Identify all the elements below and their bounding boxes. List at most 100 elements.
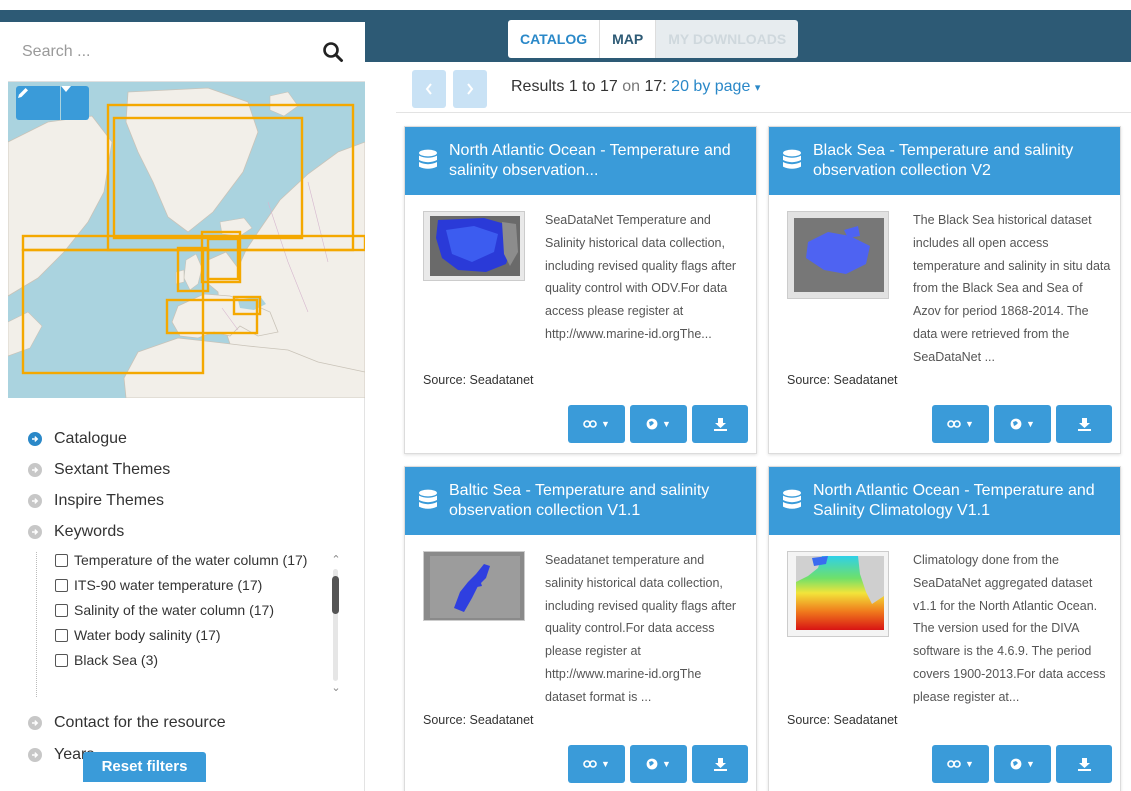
link-icon <box>583 420 597 428</box>
facet-catalogue[interactable]: Catalogue <box>28 430 127 448</box>
globe-icon <box>1010 418 1022 430</box>
tab-map[interactable]: MAP <box>600 20 657 58</box>
card-thumbnail[interactable] <box>423 551 525 621</box>
search-icon <box>323 42 343 62</box>
prev-page-button[interactable] <box>412 70 446 108</box>
search-button[interactable] <box>313 36 353 68</box>
facet-sextant-themes[interactable]: Sextant Themes <box>28 461 170 479</box>
search-input[interactable] <box>22 36 292 68</box>
result-card: Black Sea - Temperature and salinity obs… <box>768 126 1121 454</box>
draw-tool-dropdown[interactable] <box>61 86 89 120</box>
facet-label: Inspire Themes <box>54 492 164 509</box>
card-header[interactable]: Black Sea - Temperature and salinity obs… <box>769 127 1120 195</box>
caret-down-icon: ▼ <box>662 419 671 429</box>
card-title[interactable]: Baltic Sea - Temperature and salinity ob… <box>449 481 756 521</box>
next-page-button[interactable] <box>453 70 487 108</box>
card-header[interactable]: North Atlantic Ocean - Temperature and S… <box>769 467 1120 535</box>
reset-filters-button[interactable]: Reset filters <box>83 752 206 782</box>
keyword-label: Water body salinity (17) <box>74 627 221 643</box>
keyword-item[interactable]: Water body salinity (17) <box>55 627 326 644</box>
tab-my-downloads[interactable]: MY DOWNLOADS <box>656 20 799 58</box>
facet-label: Keywords <box>54 523 125 540</box>
view-tabs: CATALOG MAP MY DOWNLOADS <box>508 20 799 58</box>
keyword-checkbox[interactable] <box>55 654 68 667</box>
arrow-circle-icon <box>28 432 42 446</box>
arrow-circle-icon <box>28 716 42 730</box>
chevron-down-icon[interactable]: ⌄ <box>329 682 343 694</box>
links-button[interactable]: ▼ <box>568 745 625 783</box>
link-icon <box>947 420 961 428</box>
download-button[interactable] <box>1056 745 1112 783</box>
card-abstract: Seadatanet temperature and salinity hist… <box>545 553 737 704</box>
download-button[interactable] <box>692 745 748 783</box>
keyword-item[interactable]: Salinity of the water column (17) <box>55 602 326 619</box>
map-layers-button[interactable]: ▼ <box>994 405 1051 443</box>
caret-down-icon: ▼ <box>601 759 610 769</box>
download-button[interactable] <box>692 405 748 443</box>
card-actions: ▼ ▼ <box>927 745 1112 783</box>
caret-down-icon <box>61 86 71 92</box>
card-source: Source: Seadatanet <box>423 713 534 727</box>
links-button[interactable]: ▼ <box>932 405 989 443</box>
map-layers-button[interactable]: ▼ <box>630 745 687 783</box>
result-card: Baltic Sea - Temperature and salinity ob… <box>404 466 757 791</box>
card-abstract: The Black Sea historical dataset include… <box>913 213 1111 364</box>
caret-down-icon: ▼ <box>601 419 610 429</box>
per-page-dropdown[interactable]: 20 by page ▾ <box>671 78 760 95</box>
map-layers-button[interactable]: ▼ <box>994 745 1051 783</box>
card-actions: ▼ ▼ <box>563 405 748 443</box>
arrow-circle-icon <box>28 494 42 508</box>
facet-contact[interactable]: Contact for the resource <box>28 714 226 732</box>
card-title[interactable]: North Atlantic Ocean - Temperature and s… <box>449 141 756 181</box>
chevron-right-icon <box>467 83 474 95</box>
card-source: Source: Seadatanet <box>423 373 534 387</box>
scroll-thumb[interactable] <box>332 576 339 614</box>
map-view[interactable] <box>8 82 365 398</box>
arrow-circle-icon <box>28 463 42 477</box>
card-title[interactable]: North Atlantic Ocean - Temperature and S… <box>813 481 1120 521</box>
keyword-list: Temperature of the water column (17) ITS… <box>36 552 326 697</box>
facet-inspire-themes[interactable]: Inspire Themes <box>28 492 164 510</box>
download-button[interactable] <box>1056 405 1112 443</box>
card-actions: ▼ ▼ <box>563 745 748 783</box>
links-button[interactable]: ▼ <box>932 745 989 783</box>
card-abstract: Climatology done from the SeaDataNet agg… <box>913 553 1106 704</box>
card-title[interactable]: Black Sea - Temperature and salinity obs… <box>813 141 1120 181</box>
chevron-up-icon[interactable]: ⌃ <box>329 554 343 566</box>
keyword-item[interactable]: Temperature of the water column (17) <box>55 552 326 569</box>
card-abstract: SeaDataNet Temperature and Salinity hist… <box>545 213 737 341</box>
results-on-word: on <box>622 78 641 95</box>
keyword-checkbox[interactable] <box>55 554 68 567</box>
links-button[interactable]: ▼ <box>568 405 625 443</box>
sidebar: Catalogue Sextant Themes Inspire Themes … <box>8 22 365 791</box>
keyword-label: Black Sea (3) <box>74 652 159 668</box>
card-thumbnail[interactable] <box>787 211 889 299</box>
card-header[interactable]: Baltic Sea - Temperature and salinity ob… <box>405 467 756 535</box>
caret-down-icon: ▼ <box>1026 419 1035 429</box>
divider <box>396 112 1131 113</box>
keyword-item[interactable]: ITS-90 water temperature (17) <box>55 577 326 594</box>
card-thumbnail[interactable] <box>423 211 525 281</box>
map-layers-button[interactable]: ▼ <box>630 405 687 443</box>
results-from: 1 <box>568 78 578 95</box>
facet-label: Catalogue <box>54 430 127 447</box>
download-icon <box>713 417 727 431</box>
globe-icon <box>646 758 658 770</box>
draw-tool-button[interactable] <box>16 86 60 120</box>
top-navbar-strip <box>0 10 364 22</box>
chevron-left-icon <box>425 83 432 95</box>
card-header[interactable]: North Atlantic Ocean - Temperature and s… <box>405 127 756 195</box>
link-icon <box>583 760 597 768</box>
keyword-checkbox[interactable] <box>55 579 68 592</box>
keyword-checkbox[interactable] <box>55 629 68 642</box>
keyword-item[interactable]: Black Sea (3) <box>55 652 326 669</box>
keyword-label: Salinity of the water column (17) <box>74 602 274 618</box>
card-thumbnail[interactable] <box>787 551 889 637</box>
results-summary: Results 1 to 17 on 17: 20 by page ▾ <box>511 78 760 96</box>
keyword-checkbox[interactable] <box>55 604 68 617</box>
search-box <box>8 22 365 82</box>
tab-catalog[interactable]: CATALOG <box>508 20 601 58</box>
facet-keywords[interactable]: Keywords <box>28 523 124 541</box>
keyword-label: ITS-90 water temperature (17) <box>74 577 263 593</box>
keyword-scrollbar[interactable]: ⌃ ⌄ <box>328 554 344 694</box>
